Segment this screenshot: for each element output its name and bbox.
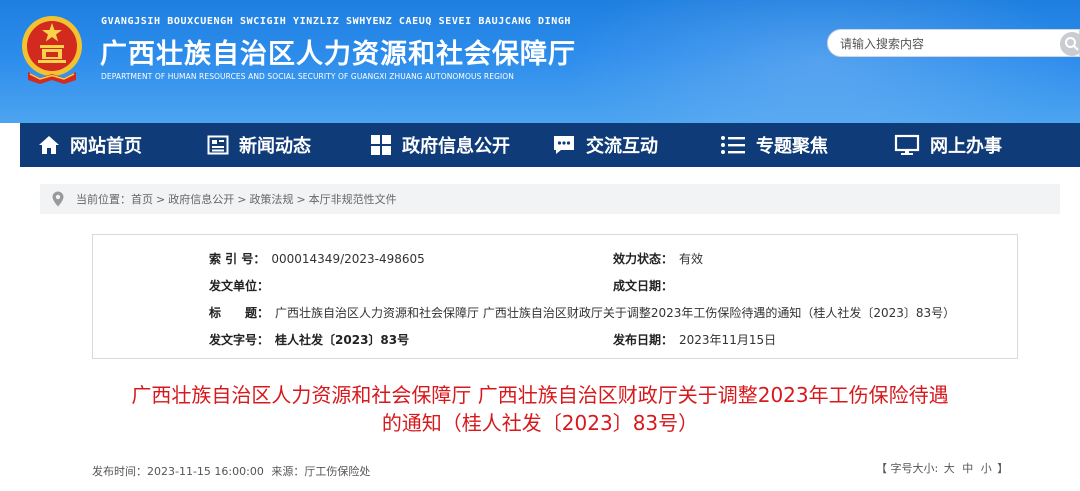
- breadcrumb-separator: >: [237, 192, 247, 206]
- chat-icon: [554, 136, 574, 154]
- meta-pub-date-row: 发布日期： 2023年11月15日: [613, 331, 776, 348]
- monitor-icon: [894, 134, 920, 155]
- nav-item-gov-info[interactable]: 政府信息公开: [370, 123, 510, 167]
- breadcrumb: 当前位置： 首页 > 政府信息公开 > 政策法规 > 本厅非规范性文件: [40, 184, 1060, 214]
- national-emblem-icon: [22, 16, 82, 84]
- nav-item-home[interactable]: 网站首页: [38, 123, 142, 167]
- header-glow: [560, 0, 1080, 123]
- breadcrumb-separator: >: [296, 192, 306, 206]
- breadcrumb-item-home[interactable]: 首页: [131, 191, 153, 207]
- search-box: [827, 29, 1080, 57]
- location-pin-icon: [52, 191, 64, 207]
- font-size-small-button[interactable]: 小: [981, 462, 992, 475]
- font-size-control: 【 字号大小: 大 中 小 】: [876, 460, 1008, 476]
- article-title: 广西壮族自治区人力资源和社会保障厅 广西壮族自治区财政厅关于调整2023年工伤保…: [60, 381, 1020, 437]
- article-source: 来源：厅工伤保险处: [271, 465, 371, 478]
- publish-info: 发布时间：2023-11-15 16:00:00 来源：厅工伤保险处: [92, 463, 374, 479]
- site-title[interactable]: 广西壮族自治区人力资源和社会保障厅: [100, 32, 576, 71]
- meta-issuer-key: 发文单位：: [209, 279, 270, 293]
- meta-status-value: 有效: [679, 252, 704, 266]
- zhuang-language-name: GVANGJSIH BOUXCUENGH SWCIGIH YINZLIZ SWH…: [101, 16, 572, 27]
- article-title-line-2: 的通知（桂人社发〔2023〕83号）: [381, 411, 699, 435]
- search-input[interactable]: [840, 34, 1050, 54]
- breadcrumb-item-policy[interactable]: 政策法规: [249, 191, 293, 207]
- nav-item-topics[interactable]: 专题聚焦: [720, 123, 828, 167]
- meta-index-row: 索 引 号： 000014349/2023-498605: [209, 250, 425, 267]
- nav-label-online-service: 网上办事: [930, 136, 1002, 157]
- meta-date-made-row: 成文日期：: [613, 277, 679, 294]
- main-nav: 网站首页 新闻动态 政府信息公开 交流互动 专题聚焦 网上办事: [20, 123, 1080, 167]
- list-icon: [721, 136, 745, 154]
- breadcrumb-item-gov-info[interactable]: 政府信息公开: [168, 191, 234, 207]
- nav-label-news: 新闻动态: [239, 136, 311, 157]
- font-size-end: 】: [997, 462, 1009, 475]
- meta-docno-row: 发文字号： 桂人社发〔2023〕83号: [209, 331, 409, 348]
- meta-title-key: 标 题：: [209, 306, 270, 320]
- site-english-name: DEPARTMENT OF HUMAN RESOURCES AND SOCIAL…: [101, 72, 515, 81]
- meta-title-value: 广西壮族自治区人力资源和社会保障厅 广西壮族自治区财政厅关于调整2023年工伤保…: [275, 306, 956, 320]
- meta-issuer-row: 发文单位：: [209, 277, 275, 294]
- meta-docno-key: 发文字号：: [209, 333, 270, 347]
- nav-label-topics: 专题聚焦: [756, 136, 828, 157]
- news-icon: [207, 135, 229, 155]
- font-size-label: 【 字号大小:: [876, 462, 939, 475]
- nav-item-interaction[interactable]: 交流互动: [552, 123, 658, 167]
- nav-item-online-service[interactable]: 网上办事: [894, 123, 1002, 167]
- meta-index-value: 000014349/2023-498605: [271, 252, 425, 266]
- home-icon: [39, 136, 59, 154]
- article-title-line-1: 广西壮族自治区人力资源和社会保障厅 广西壮族自治区财政厅关于调整2023年工伤保…: [131, 383, 949, 407]
- meta-pub-date-value: 2023年11月15日: [679, 333, 777, 347]
- grid-icon: [371, 135, 391, 155]
- nav-label-home: 网站首页: [70, 136, 142, 157]
- site-header: GVANGJSIH BOUXCUENGH SWCIGIH YINZLIZ SWH…: [0, 0, 1080, 123]
- meta-pub-date-key: 发布日期：: [613, 333, 674, 347]
- meta-docno-value: 桂人社发〔2023〕83号: [275, 333, 410, 347]
- publish-time: 发布时间：2023-11-15 16:00:00: [92, 465, 264, 478]
- meta-date-made-key: 成文日期：: [613, 279, 674, 293]
- document-meta-table: 索 引 号： 000014349/2023-498605 效力状态： 有效 发文单位…: [92, 234, 1018, 359]
- nav-label-gov-info: 政府信息公开: [402, 136, 510, 157]
- search-icon: [1065, 37, 1079, 51]
- meta-index-key: 索 引 号：: [209, 252, 266, 266]
- meta-title-row: 标 题： 广西壮族自治区人力资源和社会保障厅 广西壮族自治区财政厅关于调整2023…: [209, 304, 955, 321]
- meta-status-key: 效力状态：: [613, 252, 674, 266]
- breadcrumb-prefix: 当前位置：: [76, 193, 131, 206]
- font-size-medium-button[interactable]: 中: [962, 462, 973, 475]
- meta-status-row: 效力状态： 有效: [613, 250, 703, 267]
- nav-label-interaction: 交流互动: [586, 136, 658, 157]
- search-button[interactable]: [1060, 32, 1080, 56]
- breadcrumb-item-docs[interactable]: 本厅非规范性文件: [309, 191, 397, 207]
- nav-item-news[interactable]: 新闻动态: [207, 123, 311, 167]
- font-size-large-button[interactable]: 大: [944, 462, 955, 475]
- breadcrumb-separator: >: [156, 192, 166, 206]
